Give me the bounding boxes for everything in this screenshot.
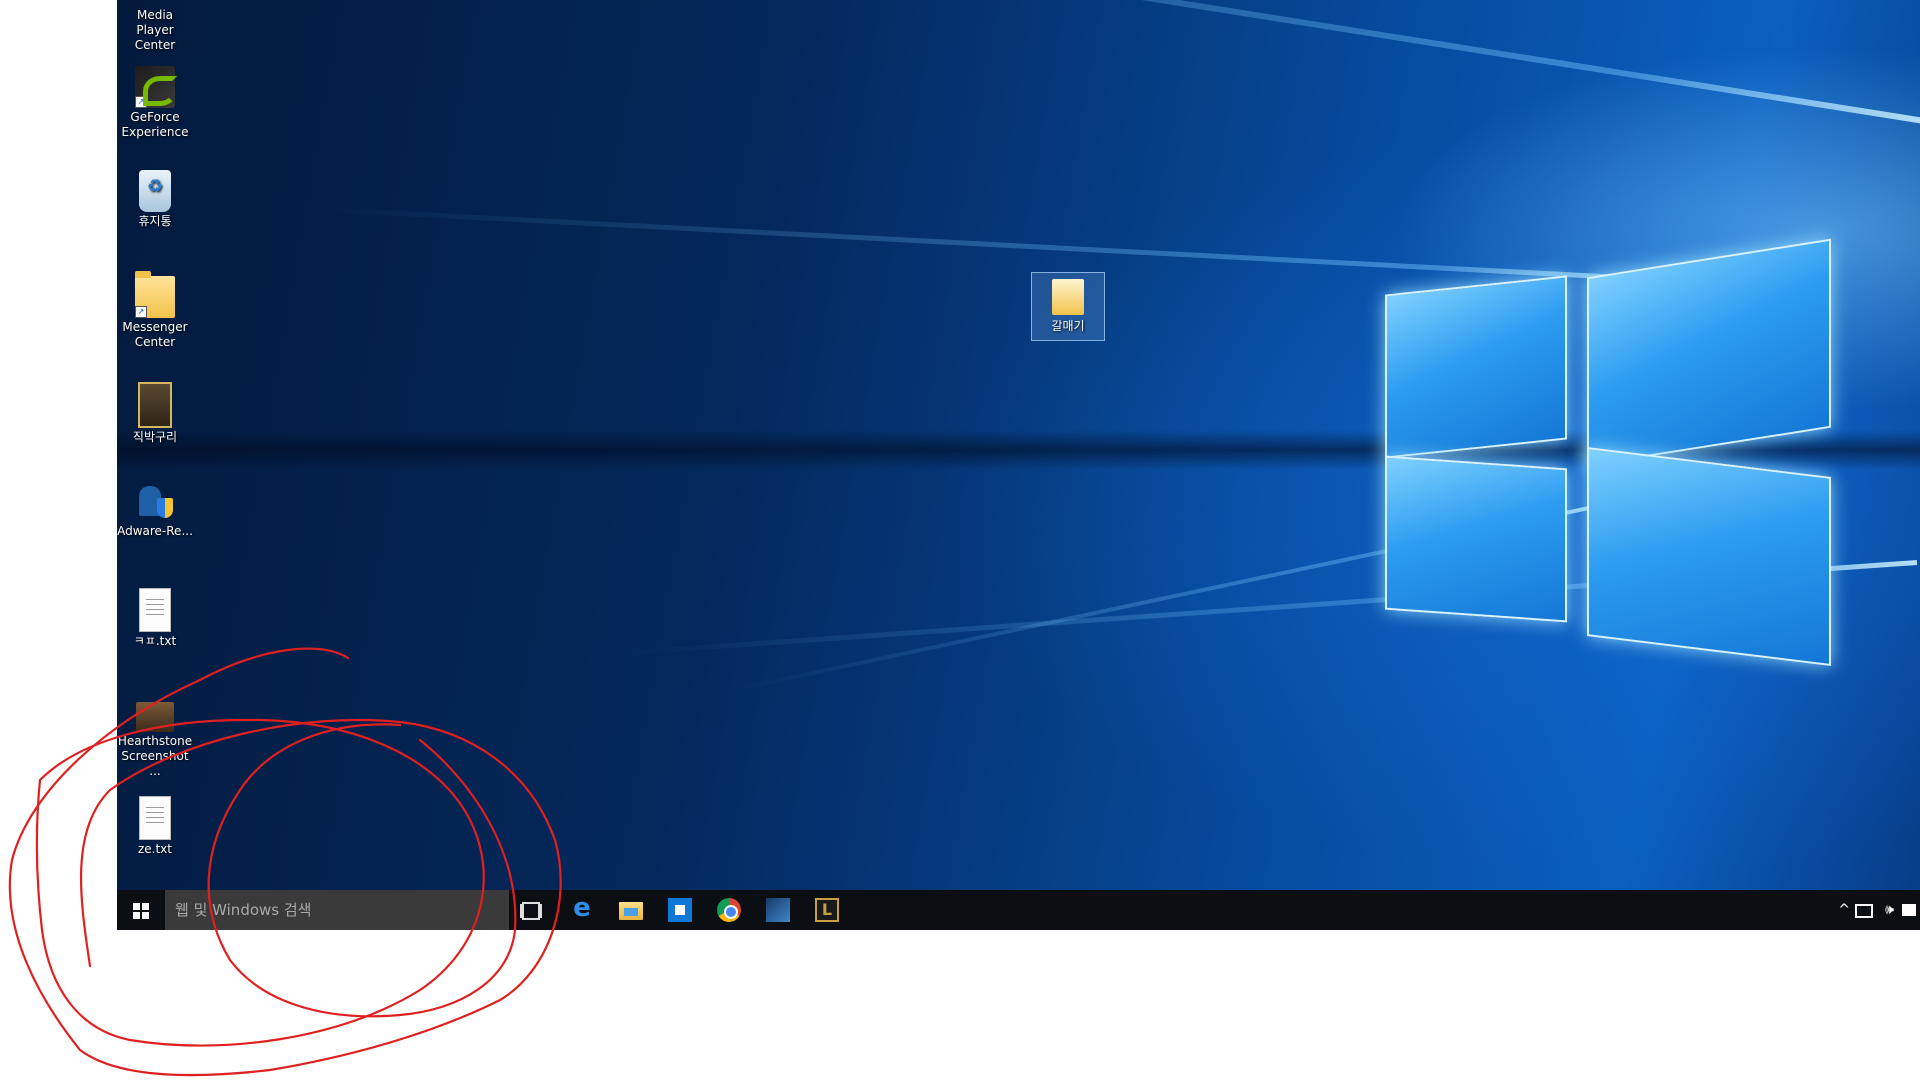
task-view-icon[interactable]	[522, 902, 540, 920]
desktop-icon-messenger-center[interactable]: ↗ Messenger Center	[117, 271, 193, 350]
logo-pane-bottom-left	[1385, 455, 1567, 623]
logo-pane-bottom-right	[1587, 447, 1831, 666]
desktop-icon-galmaegi[interactable]: 갈매기	[1031, 272, 1105, 341]
desktop-icon-geforce-experience[interactable]: ↗ GeForce Experience	[117, 66, 193, 140]
taskbar: 웹 및 Windows 검색 e L ^ 🕪	[117, 890, 1920, 930]
shortcut-arrow-icon: ↗	[135, 96, 147, 108]
file-explorer-icon[interactable]	[619, 902, 643, 920]
light-beam	[318, 206, 1718, 285]
desktop-icon-label: ze.txt	[137, 842, 172, 856]
chrome-icon[interactable]	[717, 898, 741, 922]
desktop-icon-adware-removal[interactable]: Adware-Re...	[117, 480, 193, 539]
search-input[interactable]: 웹 및 Windows 검색	[165, 890, 509, 930]
logo-pane-top-right	[1587, 238, 1831, 467]
hearthstone-app-icon[interactable]	[766, 898, 790, 922]
media-center-icon	[135, 0, 175, 6]
desktop-icon-label: Hearthstone Screenshot ...	[117, 734, 193, 778]
desktop-icon-label: ㅋㅍ.txt	[133, 634, 177, 648]
desktop-icon-jikbakguri[interactable]: 직박구리	[117, 382, 193, 445]
adware-icon	[135, 480, 175, 522]
edge-icon[interactable]: e	[570, 895, 594, 921]
desktop-icon-label: 직박구리	[132, 430, 178, 444]
network-icon[interactable]	[1855, 904, 1873, 918]
light-beam	[435, 0, 1920, 126]
start-button[interactable]	[117, 890, 165, 930]
desktop-icon-kp-txt[interactable]: ㅋㅍ.txt	[117, 588, 193, 649]
tray-chevron-up-icon[interactable]: ^	[1838, 900, 1850, 920]
desktop-icon-ze-txt[interactable]: ze.txt	[117, 796, 193, 857]
volume-icon[interactable]: 🕪	[1885, 900, 1894, 920]
text-file-icon	[139, 588, 171, 632]
recycle-bin-icon	[139, 170, 171, 212]
desktop-icon-label: GeForce Experience	[121, 110, 189, 139]
store-icon[interactable]	[668, 898, 692, 922]
desktop-icon-label: 갈매기	[1051, 319, 1085, 333]
screenshot-icon	[136, 702, 174, 732]
desktop-icon-label: 휴지통	[138, 214, 172, 228]
photo-folder-icon	[138, 382, 172, 428]
nvidia-icon: ↗	[135, 66, 177, 108]
action-center-icon[interactable]	[1902, 904, 1916, 916]
desktop-icon-hearthstone-screenshot[interactable]: Hearthstone Screenshot ...	[117, 692, 193, 779]
text-file-icon	[139, 796, 171, 840]
desktop-icon-media-player-center[interactable]: Media Player Center	[117, 0, 193, 53]
folder-icon	[1052, 279, 1084, 315]
league-of-legends-icon[interactable]: L	[815, 898, 839, 922]
desktop-background: Media Player Center ↗ GeForce Experience…	[117, 0, 1920, 890]
desktop-icon-label: Messenger Center	[122, 320, 188, 349]
folder-icon: ↗	[135, 271, 175, 318]
desktop-icon-label: Adware-Re...	[117, 524, 193, 538]
shortcut-arrow-icon: ↗	[135, 306, 147, 318]
desktop-icon-label: Media Player Center	[134, 8, 176, 52]
desktop-icon-recycle-bin[interactable]: 휴지통	[117, 170, 193, 229]
logo-pane-top-left	[1385, 275, 1567, 459]
windows-logo-icon	[133, 903, 149, 919]
